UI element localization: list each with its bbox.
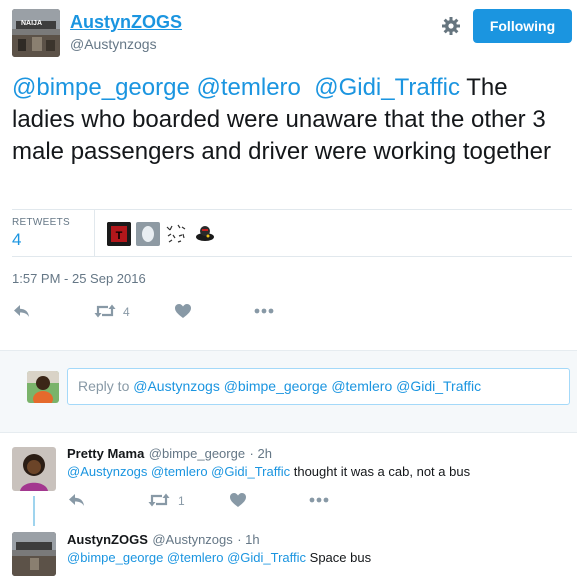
reply-mentions[interactable]: @bimpe_george @temlero @Gidi_Traffic xyxy=(67,550,306,565)
reply-body: Space bus xyxy=(309,550,372,565)
reply-avatar[interactable] xyxy=(12,447,56,491)
reply-author-name[interactable]: AustynZOGS xyxy=(67,532,148,547)
author-avatar[interactable]: NAIJA xyxy=(12,9,60,57)
retweeter-avatar[interactable] xyxy=(193,222,217,246)
svg-text:T: T xyxy=(116,230,123,242)
heart-icon[interactable] xyxy=(229,491,249,509)
retweets-count[interactable]: 4 xyxy=(12,230,21,250)
reply-time[interactable]: · 2h xyxy=(250,446,272,461)
reply-time[interactable]: · 1h xyxy=(237,532,259,547)
author-display-name[interactable]: AustynZOGS xyxy=(70,12,182,33)
reply-body: thought it was a cab, not a bus xyxy=(293,464,471,479)
retweeter-avatar[interactable]: T xyxy=(107,222,131,246)
reply-input[interactable]: Reply to @Austynzogs @bimpe_george @teml… xyxy=(67,368,570,405)
reply-icon[interactable] xyxy=(67,491,87,509)
mention-link[interactable]: @temlero xyxy=(196,74,300,101)
reply-text: @Austynzogs @temlero @Gidi_Traffic thoug… xyxy=(67,464,470,479)
more-icon[interactable] xyxy=(308,491,329,509)
current-user-avatar xyxy=(27,371,59,403)
reply-icon[interactable] xyxy=(12,302,32,320)
avatar-caption: NAIJA xyxy=(21,20,43,27)
reply-avatar[interactable] xyxy=(12,532,56,576)
stats-divider xyxy=(94,210,95,256)
reply-text: @bimpe_george @temlero @Gidi_Traffic Spa… xyxy=(67,550,371,565)
reply-header: AustynZOGS @Austynzogs · 1h xyxy=(67,531,260,549)
retweet-count: 4 xyxy=(123,305,130,319)
mention-link[interactable]: @Gidi_Traffic xyxy=(314,74,460,101)
retweets-label: RETWEETS xyxy=(12,217,70,228)
reply-prefix: Reply to xyxy=(78,378,130,394)
retweet-count: 1 xyxy=(178,494,185,508)
heart-icon[interactable] xyxy=(174,302,194,320)
retweeter-avatar[interactable] xyxy=(164,222,188,246)
reply-author-handle[interactable]: @bimpe_george xyxy=(149,446,245,461)
divider xyxy=(0,432,577,433)
thread-connector xyxy=(33,496,35,526)
divider xyxy=(12,256,572,257)
reply-mentions[interactable]: @Austynzogs @temlero @Gidi_Traffic xyxy=(67,464,290,479)
reply-author-handle[interactable]: @Austynzogs xyxy=(152,532,232,547)
tweet-timestamp[interactable]: 1:57 PM - 25 Sep 2016 xyxy=(12,271,146,286)
reply-header: Pretty Mama @bimpe_george · 2h xyxy=(67,445,272,463)
author-screen-name[interactable]: @Austynzogs xyxy=(70,36,157,52)
divider xyxy=(12,209,572,210)
retweet-icon[interactable] xyxy=(148,491,170,509)
gear-icon[interactable] xyxy=(441,16,461,36)
tweet-text: @bimpe_george @temlero @Gidi_Traffic The… xyxy=(12,72,567,168)
more-icon[interactable] xyxy=(253,302,274,320)
reply-mentions: @Austynzogs @bimpe_george @temlero @Gidi… xyxy=(133,378,482,394)
retweet-icon[interactable] xyxy=(94,302,116,320)
mention-link[interactable]: @bimpe_george xyxy=(12,74,190,101)
reply-author-name[interactable]: Pretty Mama xyxy=(67,446,144,461)
following-button[interactable]: Following xyxy=(473,9,572,43)
retweeter-avatar[interactable] xyxy=(136,222,160,246)
